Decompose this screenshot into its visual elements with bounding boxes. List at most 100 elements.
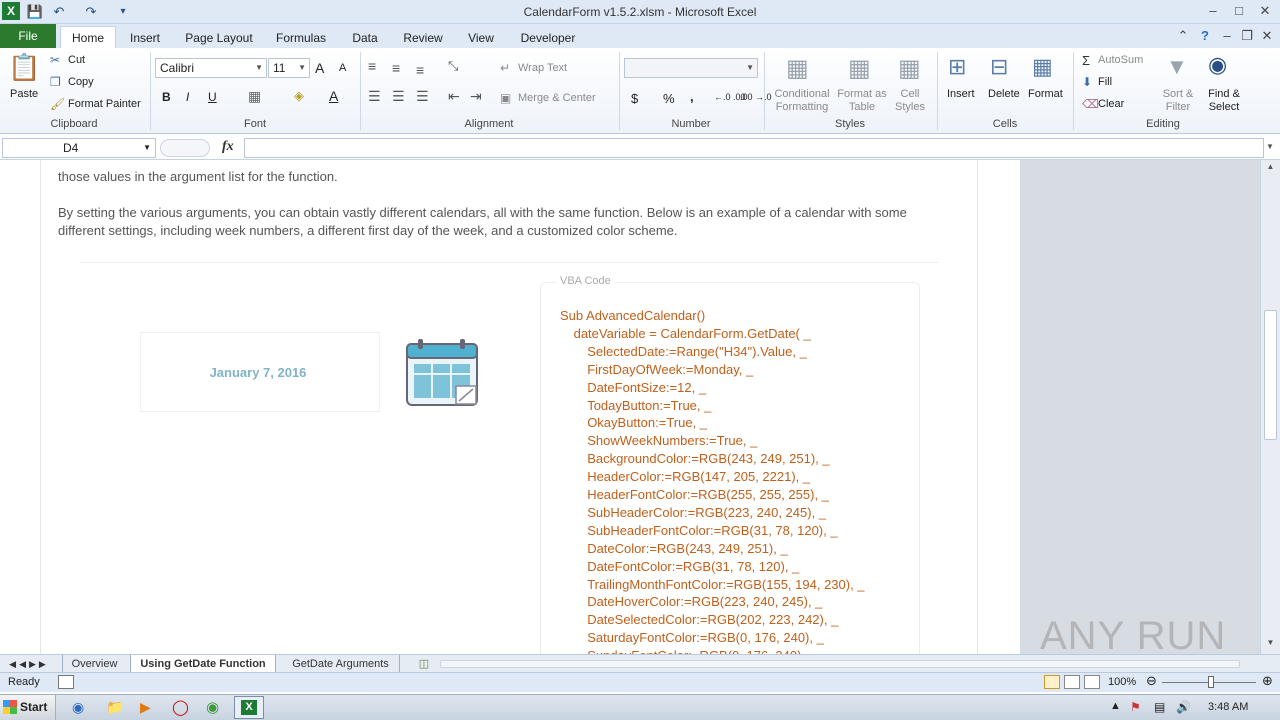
conditional-formatting-button[interactable]: Conditional Formatting bbox=[770, 88, 834, 114]
cut-button[interactable]: Cut bbox=[68, 54, 85, 66]
minimize-icon[interactable]: – bbox=[1202, 2, 1224, 20]
ie-icon[interactable]: ◉ bbox=[72, 699, 84, 716]
name-box[interactable]: D4 ▼ bbox=[2, 138, 156, 158]
cell-styles-button[interactable]: Cell Styles bbox=[890, 88, 930, 114]
normal-view-icon[interactable] bbox=[1044, 675, 1060, 689]
font-name-select[interactable]: Calibri ▼ bbox=[155, 58, 267, 78]
windows-logo-icon bbox=[3, 700, 17, 714]
align-top-icon[interactable]: ≡ bbox=[368, 58, 376, 74]
tray-expand-icon[interactable]: ▲ bbox=[1110, 700, 1121, 712]
wrap-text-button[interactable]: Wrap Text bbox=[518, 62, 567, 74]
autosum-button[interactable]: AutoSum bbox=[1098, 54, 1143, 66]
clear-button[interactable]: Clear bbox=[1098, 98, 1124, 110]
zoom-level[interactable]: 100% bbox=[1108, 676, 1136, 688]
formula-input[interactable] bbox=[244, 138, 1264, 158]
code-line: DateColor:=RGB(243, 249, 251), _ bbox=[587, 540, 788, 556]
page-layout-view-icon[interactable] bbox=[1064, 675, 1080, 689]
fill-color-icon[interactable]: ◈ bbox=[294, 88, 304, 104]
format-painter-button[interactable]: Format Painter bbox=[68, 98, 141, 110]
sheet-tab-overview[interactable]: Overview bbox=[62, 655, 126, 673]
font-color-button[interactable]: A bbox=[329, 88, 338, 104]
divider bbox=[80, 262, 938, 263]
horizontal-scrollbar[interactable] bbox=[440, 660, 1240, 668]
number-format-select[interactable]: ▼ bbox=[624, 58, 758, 78]
wb-minimize-icon[interactable]: – bbox=[1216, 27, 1238, 45]
close-icon[interactable]: ✕ bbox=[1254, 2, 1276, 20]
wb-restore-icon[interactable]: ❐ bbox=[1236, 27, 1258, 45]
format-cells-button[interactable]: Format bbox=[1028, 88, 1063, 100]
increase-indent-icon[interactable]: ⇥ bbox=[470, 88, 482, 105]
worksheet[interactable]: those values in the argument list for th… bbox=[0, 160, 1260, 654]
page-break-view-icon[interactable] bbox=[1084, 675, 1100, 689]
scroll-thumb[interactable] bbox=[1264, 310, 1277, 440]
title-bar: X 💾 ↶ ↷ ▾ CalendarForm v1.5.2.xlsm - Mic… bbox=[0, 0, 1280, 24]
borders-icon[interactable]: ▦ bbox=[248, 88, 261, 105]
new-sheet-icon[interactable]: ◫ bbox=[414, 655, 434, 673]
sheet-tab-getdate-arguments[interactable]: GetDate Arguments bbox=[282, 655, 400, 673]
align-left-icon[interactable]: ☰ bbox=[368, 88, 381, 105]
expand-formula-icon[interactable]: ▼ bbox=[1266, 142, 1274, 151]
zoom-out-icon[interactable]: ⊖ bbox=[1146, 673, 1157, 689]
tab-data[interactable]: Data bbox=[344, 28, 386, 48]
tab-review[interactable]: Review bbox=[398, 28, 448, 48]
bold-button[interactable]: B bbox=[162, 90, 171, 104]
tab-file[interactable]: File bbox=[0, 24, 56, 48]
tab-home[interactable]: Home bbox=[60, 26, 116, 48]
insert-cells-button[interactable]: Insert bbox=[947, 88, 975, 100]
sort-filter-button[interactable]: Sort & Filter bbox=[1160, 88, 1196, 114]
percent-button[interactable]: % bbox=[663, 91, 675, 106]
folder-icon[interactable]: 📁 bbox=[106, 699, 123, 716]
copy-button[interactable]: Copy bbox=[68, 76, 94, 88]
sheet-tabs-bar: ◀◀▶▶ Overview Using GetDate Function Get… bbox=[0, 654, 1280, 673]
align-bottom-icon[interactable]: ≡ bbox=[416, 62, 424, 78]
sheet-tab-using-getdate[interactable]: Using GetDate Function bbox=[130, 655, 276, 673]
align-middle-icon[interactable]: ≡ bbox=[392, 60, 400, 76]
zoom-slider-thumb[interactable] bbox=[1208, 676, 1214, 688]
editing-group-label: Editing bbox=[1146, 118, 1180, 130]
tab-view[interactable]: View bbox=[460, 28, 502, 48]
align-right-icon[interactable]: ☰ bbox=[416, 88, 429, 105]
comma-button[interactable]: , bbox=[690, 89, 694, 104]
merge-center-button[interactable]: Merge & Center bbox=[518, 92, 596, 104]
font-size-select[interactable]: 11 ▼ bbox=[268, 58, 310, 78]
italic-button[interactable]: I bbox=[186, 90, 189, 104]
scroll-down-icon[interactable]: ▼ bbox=[1263, 638, 1278, 654]
chrome-icon[interactable]: ◉ bbox=[206, 698, 219, 716]
tray-volume-icon[interactable]: 🔊 bbox=[1176, 700, 1191, 714]
tab-formulas[interactable]: Formulas bbox=[270, 28, 332, 48]
align-center-icon[interactable]: ☰ bbox=[392, 88, 405, 105]
paste-button[interactable]: Paste bbox=[10, 88, 38, 100]
vertical-scrollbar[interactable]: ▲ ▼ bbox=[1260, 160, 1280, 654]
tray-flag-icon[interactable]: ⚑ bbox=[1130, 700, 1141, 714]
fill-button[interactable]: Fill bbox=[1098, 76, 1112, 88]
tray-network-icon[interactable]: ▤ bbox=[1154, 700, 1165, 714]
insert-function-button[interactable]: fx bbox=[222, 139, 234, 155]
wb-close-icon[interactable]: ✕ bbox=[1256, 27, 1278, 45]
grow-font-button[interactable]: A bbox=[315, 60, 324, 76]
tab-developer[interactable]: Developer bbox=[514, 28, 582, 48]
tab-page-layout[interactable]: Page Layout bbox=[180, 28, 258, 48]
opera-icon[interactable]: ◯ bbox=[172, 698, 189, 716]
code-line: DateHoverColor:=RGB(223, 240, 245), _ bbox=[587, 594, 823, 610]
paragraph-text: those values in the argument list for th… bbox=[58, 169, 338, 184]
currency-button[interactable]: $ bbox=[631, 91, 638, 106]
orientation-icon[interactable]: ⤡ bbox=[448, 58, 458, 74]
shrink-font-button[interactable]: A bbox=[339, 62, 346, 74]
zoom-in-icon[interactable]: ⊕ bbox=[1262, 673, 1273, 689]
format-as-table-button[interactable]: Format as Table bbox=[836, 88, 888, 114]
scroll-up-icon[interactable]: ▲ bbox=[1263, 162, 1278, 178]
decrease-indent-icon[interactable]: ⇤ bbox=[448, 88, 460, 105]
delete-cells-button[interactable]: Delete bbox=[988, 88, 1020, 100]
ribbon-collapse-icon[interactable]: ⌃ bbox=[1172, 27, 1194, 45]
decrease-decimal-button[interactable]: .00 →.0 bbox=[740, 92, 772, 102]
help-icon[interactable]: ? bbox=[1194, 27, 1216, 45]
macro-record-icon[interactable] bbox=[58, 675, 74, 689]
sheet-nav-icon[interactable]: ◀◀▶▶ bbox=[4, 655, 54, 673]
find-select-button[interactable]: Find & Select bbox=[1202, 88, 1246, 114]
underline-button[interactable]: U bbox=[208, 90, 217, 104]
calendar-icon[interactable] bbox=[406, 338, 478, 406]
tab-insert[interactable]: Insert bbox=[122, 28, 168, 48]
paste-icon[interactable]: 📋 bbox=[8, 52, 40, 86]
maximize-icon[interactable]: □ bbox=[1228, 2, 1250, 20]
media-player-icon[interactable]: ▶ bbox=[140, 699, 151, 716]
